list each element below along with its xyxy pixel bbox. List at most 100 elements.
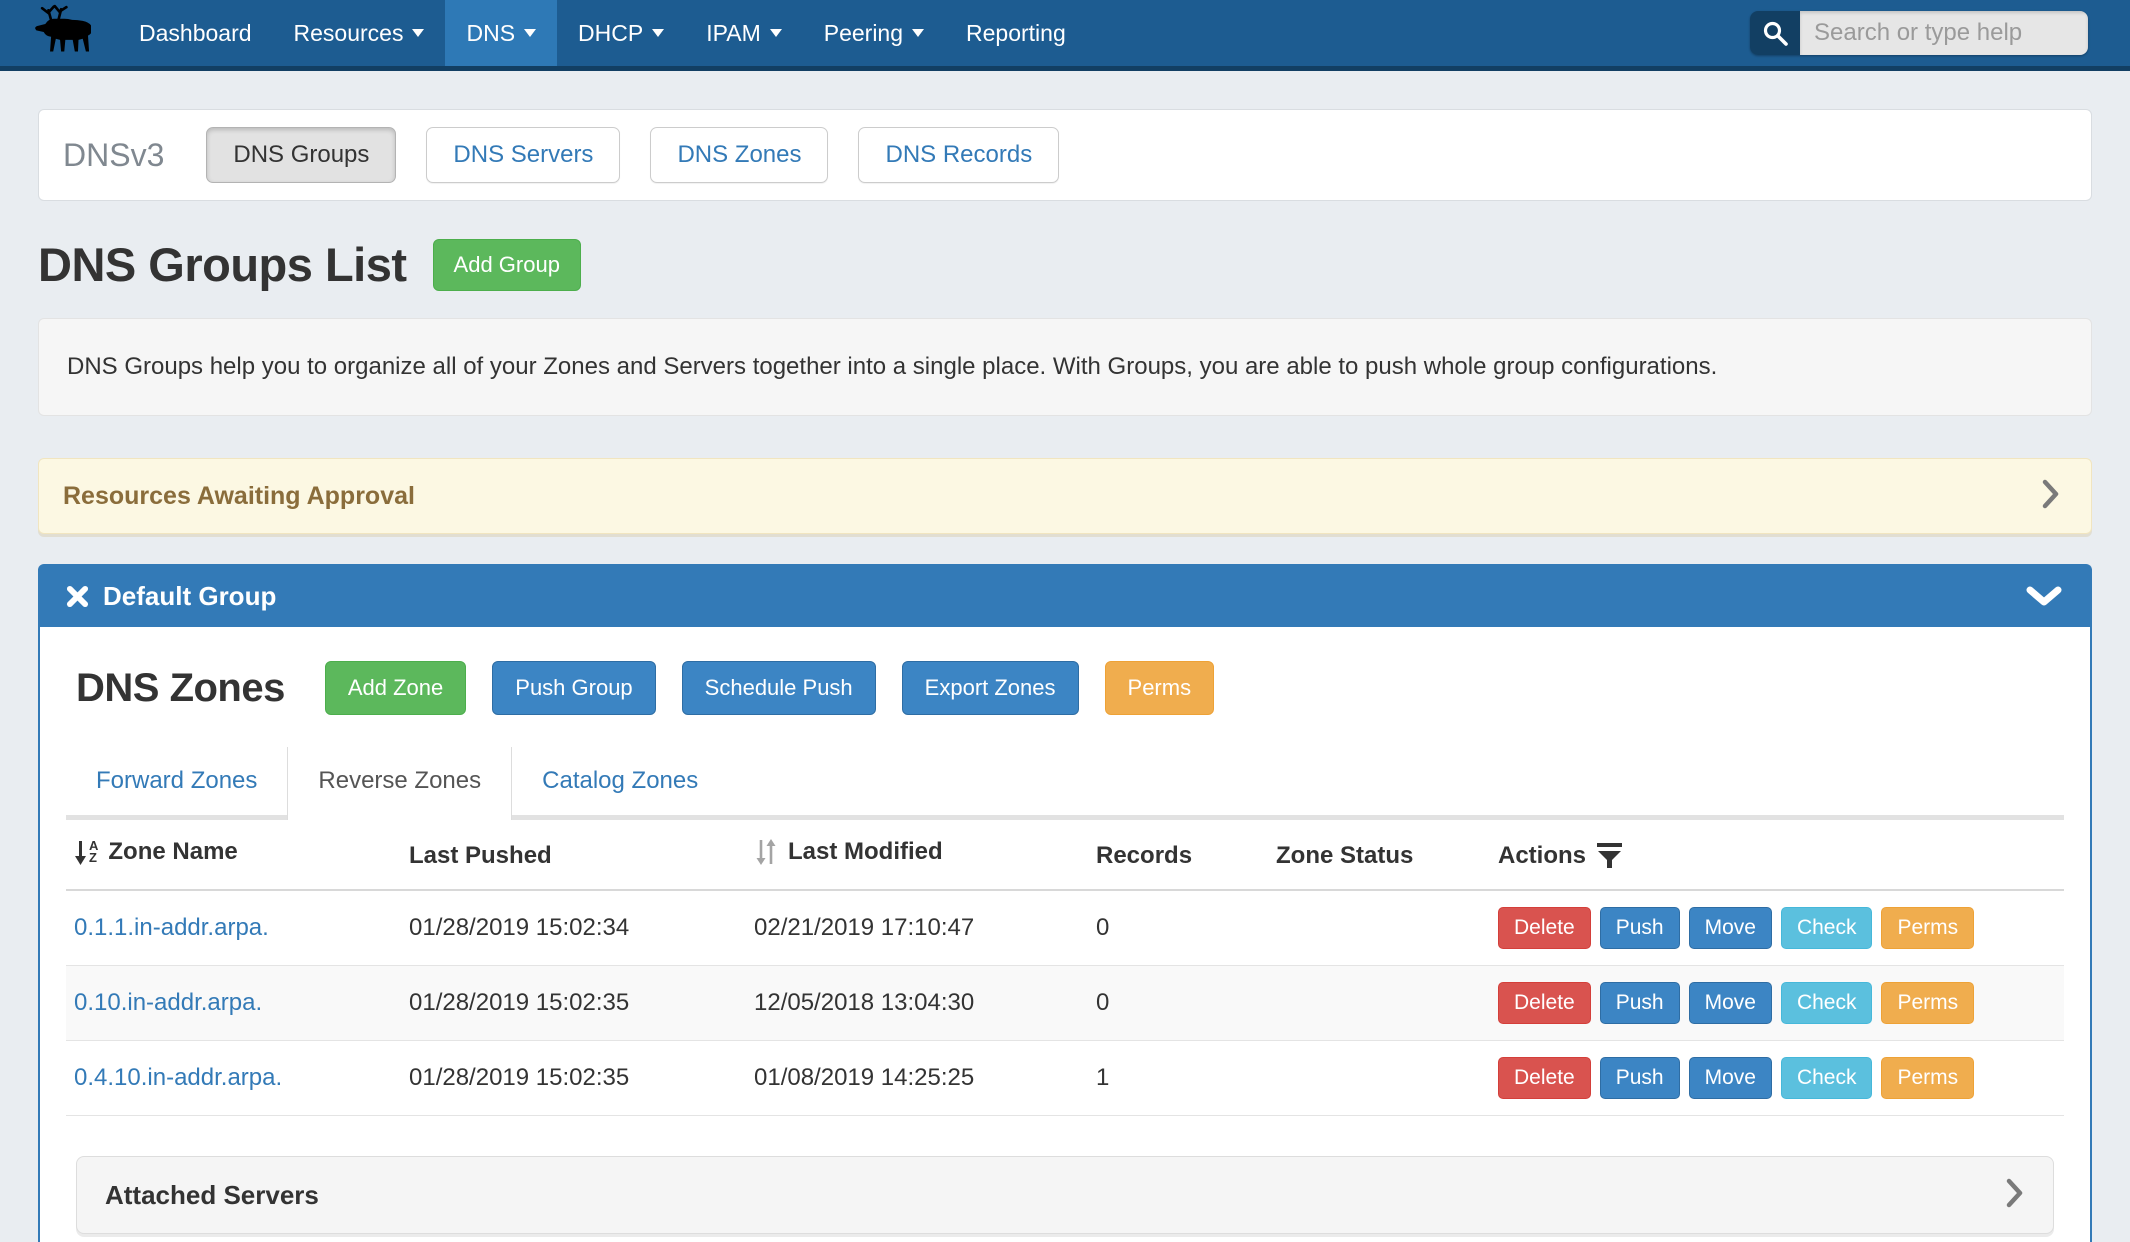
main-nav: Dashboard Resources DNS DHCP IPAM Peering Repo… [118,0,1087,66]
cell-last-pushed: 01/28/2019 15:02:35 [401,1041,746,1116]
caret-down-icon [524,29,536,37]
push-row-button[interactable]: Push [1600,1057,1680,1099]
column-header-zone-name[interactable]: AZ Zone Name [66,820,401,890]
sort-alpha-down-icon: AZ [74,839,98,866]
column-header-actions[interactable]: Actions [1490,820,2064,890]
table-header-row: AZ Zone Name Last Pushed [66,820,2064,890]
row-actions: DeletePushMoveCheckPerms [1498,982,2056,1024]
tab-reverse-zones[interactable]: Reverse Zones [287,747,512,820]
delete-row-button[interactable]: Delete [1498,1057,1591,1099]
group-panel-header[interactable]: Default Group [40,566,2090,627]
delete-row-button[interactable]: Delete [1498,907,1591,949]
approval-panel[interactable]: Resources Awaiting Approval [38,458,2092,534]
zones-toolbar: Add Zone Push Group Schedule Push Export Zo… [299,661,1214,715]
nav-item-ipam[interactable]: IPAM [685,0,803,66]
approval-panel-title: Resources Awaiting Approval [63,482,415,511]
perms-row-button[interactable]: Perms [1881,982,1974,1024]
export-zones-button[interactable]: Export Zones [902,661,1079,715]
zones-section-title: DNS Zones [76,666,285,711]
zone-name-link[interactable]: 0.1.1.in-addr.arpa. [74,914,269,941]
push-group-button[interactable]: Push Group [492,661,655,715]
close-icon[interactable] [66,585,89,608]
nav-item-reporting[interactable]: Reporting [945,0,1087,66]
chevron-right-icon[interactable] [2041,478,2061,515]
group-panel-body: DNS Zones Add Zone Push Group Schedule Pus… [40,627,2090,1242]
dns-zones-button[interactable]: DNS Zones [650,127,828,183]
column-header-last-modified[interactable]: Last Modified [746,820,1088,890]
caret-down-icon [912,29,924,37]
zone-name-link[interactable]: 0.10.in-addr.arpa. [74,989,262,1016]
nav-item-dns[interactable]: DNS [445,0,557,66]
push-row-button[interactable]: Push [1600,907,1680,949]
moose-logo[interactable] [0,0,118,66]
attached-servers-panel[interactable]: Attached Servers [76,1156,2054,1234]
filter-funnel-icon[interactable] [1596,842,1623,869]
cell-records: 0 [1088,966,1268,1041]
perms-button[interactable]: Perms [1105,661,1215,715]
column-header-zone-status[interactable]: Zone Status [1268,820,1490,890]
dns-records-button[interactable]: DNS Records [858,127,1059,183]
cell-last-pushed: 01/28/2019 15:02:34 [401,890,746,966]
zones-heading-row: DNS Zones Add Zone Push Group Schedule Pus… [66,661,2064,715]
nav-item-label: DHCP [578,20,643,47]
zone-name-link[interactable]: 0.4.10.in-addr.arpa. [74,1064,282,1091]
add-group-button[interactable]: Add Group [433,239,581,291]
caret-down-icon [652,29,664,37]
cell-last-modified: 12/05/2018 13:04:30 [746,966,1088,1041]
perms-row-button[interactable]: Perms [1881,907,1974,949]
check-row-button[interactable]: Check [1781,907,1873,949]
attached-servers-title: Attached Servers [105,1180,319,1211]
move-row-button[interactable]: Move [1689,982,1772,1024]
move-row-button[interactable]: Move [1689,907,1772,949]
schedule-push-button[interactable]: Schedule Push [682,661,876,715]
perms-row-button[interactable]: Perms [1881,1057,1974,1099]
description-panel: DNS Groups help you to organize all of y… [38,318,2092,416]
check-row-button[interactable]: Check [1781,982,1873,1024]
search-icon[interactable] [1750,11,1800,55]
dnsv3-label: DNSv3 [63,137,164,174]
nav-item-peering[interactable]: Peering [803,0,945,66]
tab-forward-zones[interactable]: Forward Zones [66,747,287,815]
column-header-last-pushed[interactable]: Last Pushed [401,820,746,890]
search-box [1750,11,2088,55]
zones-table: AZ Zone Name Last Pushed [66,820,2064,1116]
tab-catalog-zones[interactable]: Catalog Zones [512,747,728,815]
sort-updown-icon [754,838,778,866]
cell-status [1268,890,1490,966]
nav-item-dashboard[interactable]: Dashboard [118,0,273,66]
cell-last-pushed: 01/28/2019 15:02:35 [401,966,746,1041]
move-row-button[interactable]: Move [1689,1057,1772,1099]
page-title: DNS Groups List [38,237,407,292]
chevron-down-icon[interactable] [2026,586,2062,608]
dnsv3-buttons: DNS Groups DNS Servers DNS Zones DNS Record… [206,127,1089,183]
add-zone-button[interactable]: Add Zone [325,661,466,715]
table-row: 0.10.in-addr.arpa. 01/28/2019 15:02:3512/… [66,966,2064,1041]
row-actions: DeletePushMoveCheckPerms [1498,1057,2056,1099]
moose-logo-image [27,4,91,62]
table-row: 0.4.10.in-addr.arpa.01/28/2019 15:02:350… [66,1041,2064,1116]
chevron-right-icon[interactable] [2005,1177,2025,1214]
caret-down-icon [770,29,782,37]
nav-item-label: Reporting [966,20,1066,47]
push-row-button[interactable]: Push [1600,982,1680,1024]
nav-item-label: DNS [466,20,515,47]
table-row: 0.1.1.in-addr.arpa. 01/28/2019 15:02:3402… [66,890,2064,966]
cell-last-modified: 02/21/2019 17:10:47 [746,890,1088,966]
dns-servers-button[interactable]: DNS Servers [426,127,620,183]
nav-item-label: Dashboard [139,20,252,47]
caret-down-icon [412,29,424,37]
cell-records: 1 [1088,1041,1268,1116]
default-group-panel: Default Group DNS Zones Add Zone Push Gro… [38,564,2092,1242]
search-input[interactable] [1800,11,2088,55]
nav-item-resources[interactable]: Resources [273,0,446,66]
delete-row-button[interactable]: Delete [1498,982,1591,1024]
top-navbar: Dashboard Resources DNS DHCP IPAM Peering Repo… [0,0,2130,71]
column-header-records[interactable]: Records [1088,820,1268,890]
group-panel-title: Default Group [103,581,276,612]
nav-item-dhcp[interactable]: DHCP [557,0,685,66]
cell-status [1268,1041,1490,1116]
check-row-button[interactable]: Check [1781,1057,1873,1099]
nav-item-label: Peering [824,20,903,47]
row-actions: DeletePushMoveCheckPerms [1498,907,2056,949]
dns-groups-button[interactable]: DNS Groups [206,127,396,183]
